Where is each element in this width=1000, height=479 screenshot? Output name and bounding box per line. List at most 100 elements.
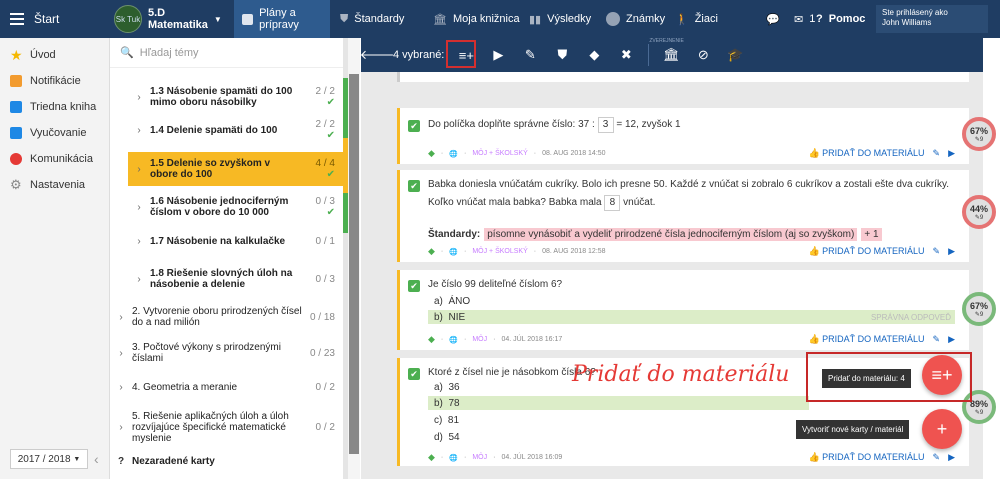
edit-icon[interactable]: ✎ [933,246,941,257]
user-menu[interactable]: Ste prihlásený ako John Williams [876,5,988,33]
topic-item[interactable]: › 1.7 Násobenie na kalkulačke 0 / 1 [128,228,343,254]
topic-label: 5. Riešenie aplikačných úloh a úloh rozv… [132,410,289,444]
chevron-right-icon: › [119,311,123,323]
card-checkbox[interactable]: ✔ [408,368,420,380]
nav-label: Výsledky [547,13,592,25]
card-list: ✔ Do políčka doplňte správne číslo: 37 :… [361,72,983,479]
school-year-select[interactable]: 2017 / 2018 ▼ [10,449,88,469]
add-to-material-link[interactable]: 👍 PRIDAŤ DO MATERIÁLU [808,246,924,257]
answer-box: 8 [604,195,621,211]
card[interactable]: ✔ Do políčka doplňte správne číslo: 37 :… [397,108,969,164]
close-icon[interactable]: ✖ [610,38,642,72]
add-to-material-link[interactable]: 👍 PRIDAŤ DO MATERIÁLU [808,334,924,345]
topic-item[interactable]: › 2. Vytvorenie oboru prirodzených čísel … [110,300,343,334]
option-text: 81 [447,414,460,426]
play-icon[interactable]: ▶ [482,38,514,72]
topic-item[interactable]: › 1.4 Delenie spamäti do 100 2 / 2 ✔ [128,116,343,144]
topic-search[interactable]: 🔍 Hľadaj témy [110,38,359,68]
topic-item[interactable]: › 1.3 Násobenie spamäti do 100 mimo oboru… [128,80,343,114]
search-placeholder: Hľadaj témy [139,46,199,59]
tag-icon[interactable]: ◆ [428,334,435,345]
card-checkbox[interactable]: ✔ [408,280,420,292]
sidebar-item-communication[interactable]: Komunikácia [0,146,109,172]
nav-library[interactable]: 🏛 Moja knižnica [425,0,528,38]
add-label: PRIDAŤ DO MATERIÁLU [822,148,925,158]
gauge-value: 67% [969,300,988,311]
card-fragment [397,72,969,82]
topic-item[interactable]: › 4. Geometria a meranie 0 / 2 [110,374,343,400]
play-icon[interactable]: ▶ [948,148,955,159]
answer-option-correct: b) NIE SPRÁVNA ODPOVEĎ [428,310,955,324]
sidebar-item-classbook[interactable]: Triedna kniha [0,94,109,120]
success-gauge: 67% ✎9 [962,292,996,326]
topic-label: Nezaradené karty [132,455,215,467]
back-arrow-icon[interactable]: 🡐 [360,38,395,72]
option-key: d) [434,431,443,443]
topic-item[interactable]: › 5. Riešenie aplikačných úloh a úloh roz… [110,408,343,446]
tag-icon[interactable]: ◆ [428,148,435,159]
start-menu[interactable]: Štart [0,0,110,38]
sidebar-item-settings[interactable]: ⚙ Nastavenia [0,172,109,198]
topic-scroll-thumb[interactable] [349,74,359,454]
play-icon[interactable]: ▶ [948,246,955,257]
topic-item[interactable]: › 1.5 Delenie so zvyškom v obore do 100 4 … [128,152,343,186]
edit-icon[interactable]: ✎ [933,452,941,463]
sidebar-item-home[interactable]: ★ Úvod [0,42,109,68]
gauge-count-value: 9 [979,311,984,318]
chevron-down-icon: ▼ [73,455,81,463]
standard-more[interactable]: + 1 [861,228,882,241]
topic-count: 4 / 4 ✔ [316,158,335,180]
new-card-fab[interactable]: + [922,409,962,449]
sidebar-item-teaching[interactable]: Vyučovanie [0,120,109,146]
chat-button[interactable]: 💬 [758,0,788,38]
topic-item[interactable]: › 1.8 Riešenie slovných úloh na násobenie… [128,262,343,296]
publish-icon[interactable]: 🏛 ZVEREJNENIE [649,38,687,72]
add-to-material-link[interactable]: 👍 PRIDAŤ DO MATERIÁLU [808,452,924,463]
topic-count: 0 / 3 ✔ [316,196,335,218]
add-to-material-fab[interactable]: ≡+ [922,355,962,395]
nav-results[interactable]: ▮▮ Výsledky [521,0,599,38]
edit-icon[interactable]: ✎ [933,334,941,345]
globe-icon: 🌐 [449,248,458,256]
tag-icon[interactable]: ◆ [578,38,610,72]
topic-label: 1.6 Násobenie jednociferným číslom v obo… [150,196,289,218]
topic-item[interactable]: › 1.6 Násobenie jednociferným číslom v ob… [128,190,343,224]
class-selector[interactable]: Sk Tuk 5.D Matematika ▼ [114,0,234,38]
chevron-right-icon: › [119,421,123,433]
topic-label: 1.5 Delenie so zvyškom v obore do 100 [150,158,271,180]
sidebar-item-notifications[interactable]: Notifikácie [0,68,109,94]
chevron-right-icon: › [119,381,123,393]
card[interactable]: ✔ Je číslo 99 deliteľné číslom 6? a) ÁNO… [397,270,969,350]
annotation-text: Pridať do materiálu [572,362,790,387]
gauge-count-value: 9 [979,409,984,416]
play-icon[interactable]: ▶ [948,452,955,463]
option-key: b) [434,397,443,409]
standard-pill[interactable]: písomne vynásobiť a vydeliť prirodzené č… [484,228,858,241]
chat-icon: 💬 [766,13,780,26]
edit-icon[interactable]: ✎ [933,148,941,159]
shield-icon[interactable]: ⛊ [546,38,578,72]
collapse-sidebar-icon[interactable]: ‹ [94,451,99,467]
option-key: a) [434,381,443,393]
nav-standards[interactable]: ⛊ Štandardy [332,0,412,38]
card[interactable]: ✔ Babka doniesla vnúčatám cukríky. Bolo … [397,170,969,262]
option-key: a) [434,295,443,307]
tag-icon[interactable]: ◆ [428,246,435,257]
card-date: 08. AUG 2018 14:50 [542,150,606,157]
topic-item[interactable]: ? Nezaradené karty [110,449,343,473]
nav-students[interactable]: 🚶 Žiaci [667,0,726,38]
add-to-material-link[interactable]: 👍 PRIDAŤ DO MATERIÁLU [808,148,924,159]
card-checkbox[interactable]: ✔ [408,120,420,132]
card-checkbox[interactable]: ✔ [408,180,420,192]
help-button[interactable]: ? Pomoc [808,0,873,38]
question-text: Ktoré z čísel nie je násobkom čísla 6? [428,367,596,378]
graduation-cap-icon[interactable]: 🎓 [719,38,751,72]
block-icon[interactable]: ⊘ [687,38,719,72]
nav-grades[interactable]: Známky [598,0,673,38]
nav-label: Štandardy [354,13,405,25]
edit-icon[interactable]: ✎ [514,38,546,72]
nav-plans[interactable]: Plány a prípravy [234,0,330,38]
tag-icon[interactable]: ◆ [428,452,435,463]
play-icon[interactable]: ▶ [948,334,955,345]
topic-item[interactable]: › 3. Počtové výkony s prirodzenými číslam… [110,340,343,366]
